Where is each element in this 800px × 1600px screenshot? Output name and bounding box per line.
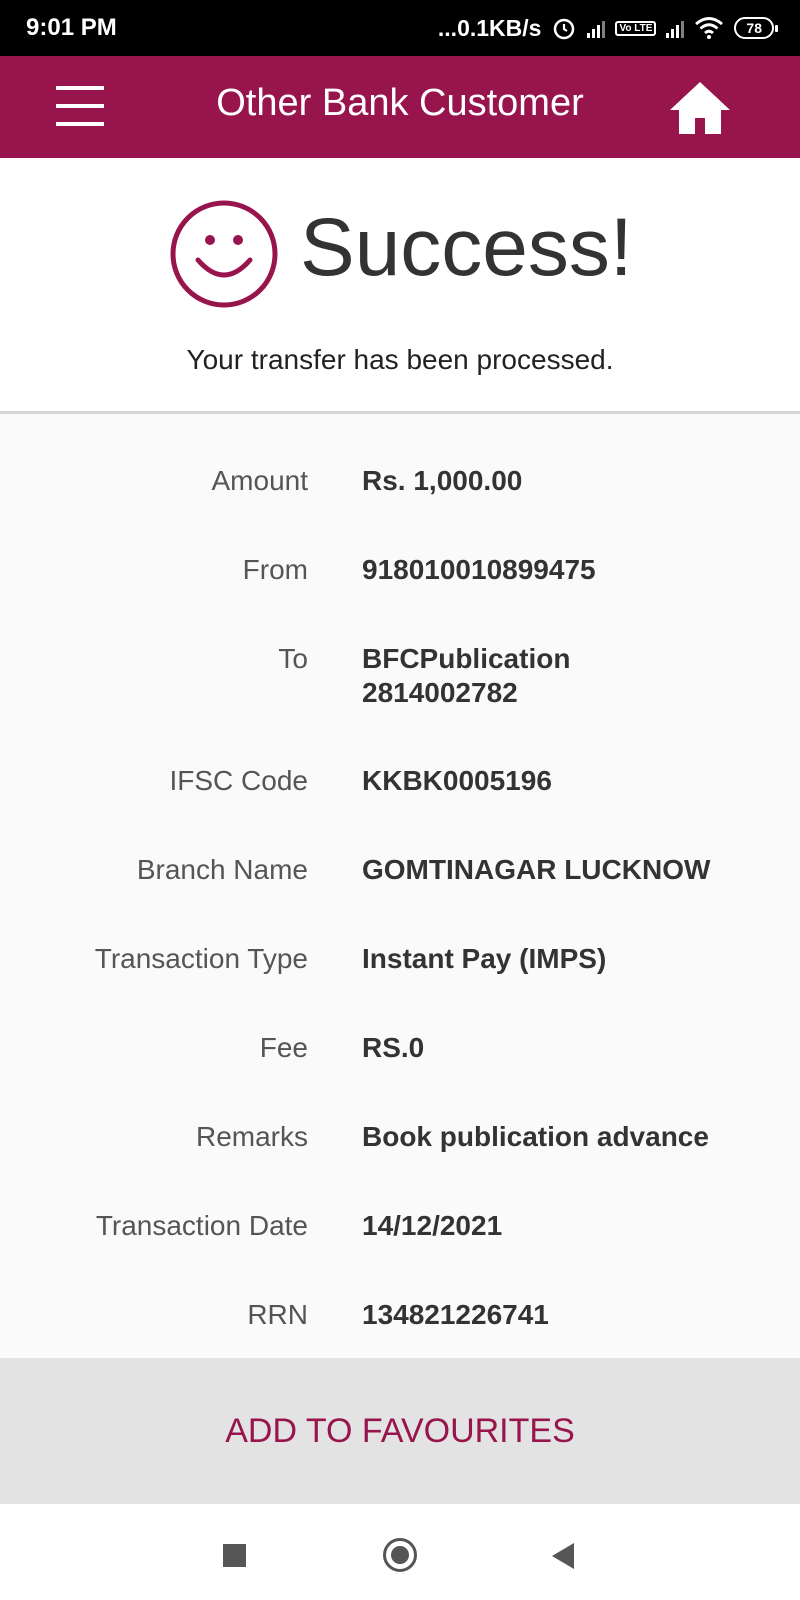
- detail-label: Transaction Type: [94, 943, 308, 974]
- detail-value: 918010010899475: [362, 554, 596, 585]
- recents-icon[interactable]: [223, 1544, 246, 1567]
- detail-label: RRN: [247, 1299, 308, 1330]
- wifi-icon: [695, 17, 724, 39]
- detail-value: 134821226741: [362, 1299, 549, 1330]
- detail-value: Rs. 1,000.00: [362, 465, 523, 496]
- detail-value: GOMTINAGAR LUCKNOW: [362, 854, 711, 885]
- detail-value: KKBK0005196: [362, 765, 552, 796]
- detail-label: Transaction Date: [95, 1210, 308, 1241]
- detail-label: Branch Name: [136, 854, 308, 885]
- alarm-icon: [554, 18, 575, 40]
- detail-value: 14/12/2021: [362, 1210, 503, 1241]
- detail-value: Book publication advance: [362, 1121, 709, 1152]
- detail-value: Instant Pay (IMPS): [362, 943, 607, 974]
- success-title: Success!: [300, 202, 633, 293]
- status-bar: 9:01 PM ...0.1KB/s Vo LTE 78: [0, 0, 800, 56]
- volte-icon: Vo LTE: [615, 20, 657, 36]
- home-icon[interactable]: [668, 78, 732, 138]
- app-bar: Other Bank Customer: [0, 56, 800, 158]
- detail-label: Fee: [259, 1032, 308, 1063]
- smiley-icon: [170, 200, 278, 308]
- add-to-favourites-button[interactable]: ADD TO FAVOURITES: [0, 1358, 800, 1504]
- network-speed: ...0.1KB/s: [437, 14, 542, 41]
- detail-value: BFCPublication: [362, 643, 571, 674]
- detail-label: Remarks: [195, 1121, 308, 1152]
- back-icon[interactable]: [552, 1543, 574, 1569]
- status-icons: ...0.1KB/s Vo LTE 78: [437, 14, 778, 42]
- battery-icon: 78: [734, 17, 778, 39]
- status-time: 9:01 PM: [26, 14, 117, 41]
- detail-label: From: [242, 554, 308, 585]
- success-panel: Success! Your transfer has been processe…: [0, 158, 800, 414]
- detail-label: To: [278, 643, 308, 674]
- add-to-favourites-label: ADD TO FAVOURITES: [225, 1411, 575, 1450]
- detail-value: RS.0: [362, 1032, 425, 1063]
- detail-label: Amount: [211, 465, 309, 496]
- success-message: Your transfer has been processed.: [186, 344, 614, 375]
- signal-icon: [666, 18, 685, 38]
- detail-label: IFSC Code: [169, 765, 309, 796]
- signal-icon: [587, 18, 606, 38]
- home-button-icon[interactable]: [383, 1538, 417, 1572]
- detail-value-account: 2814002782: [362, 677, 518, 708]
- system-nav-bar: [0, 1504, 800, 1600]
